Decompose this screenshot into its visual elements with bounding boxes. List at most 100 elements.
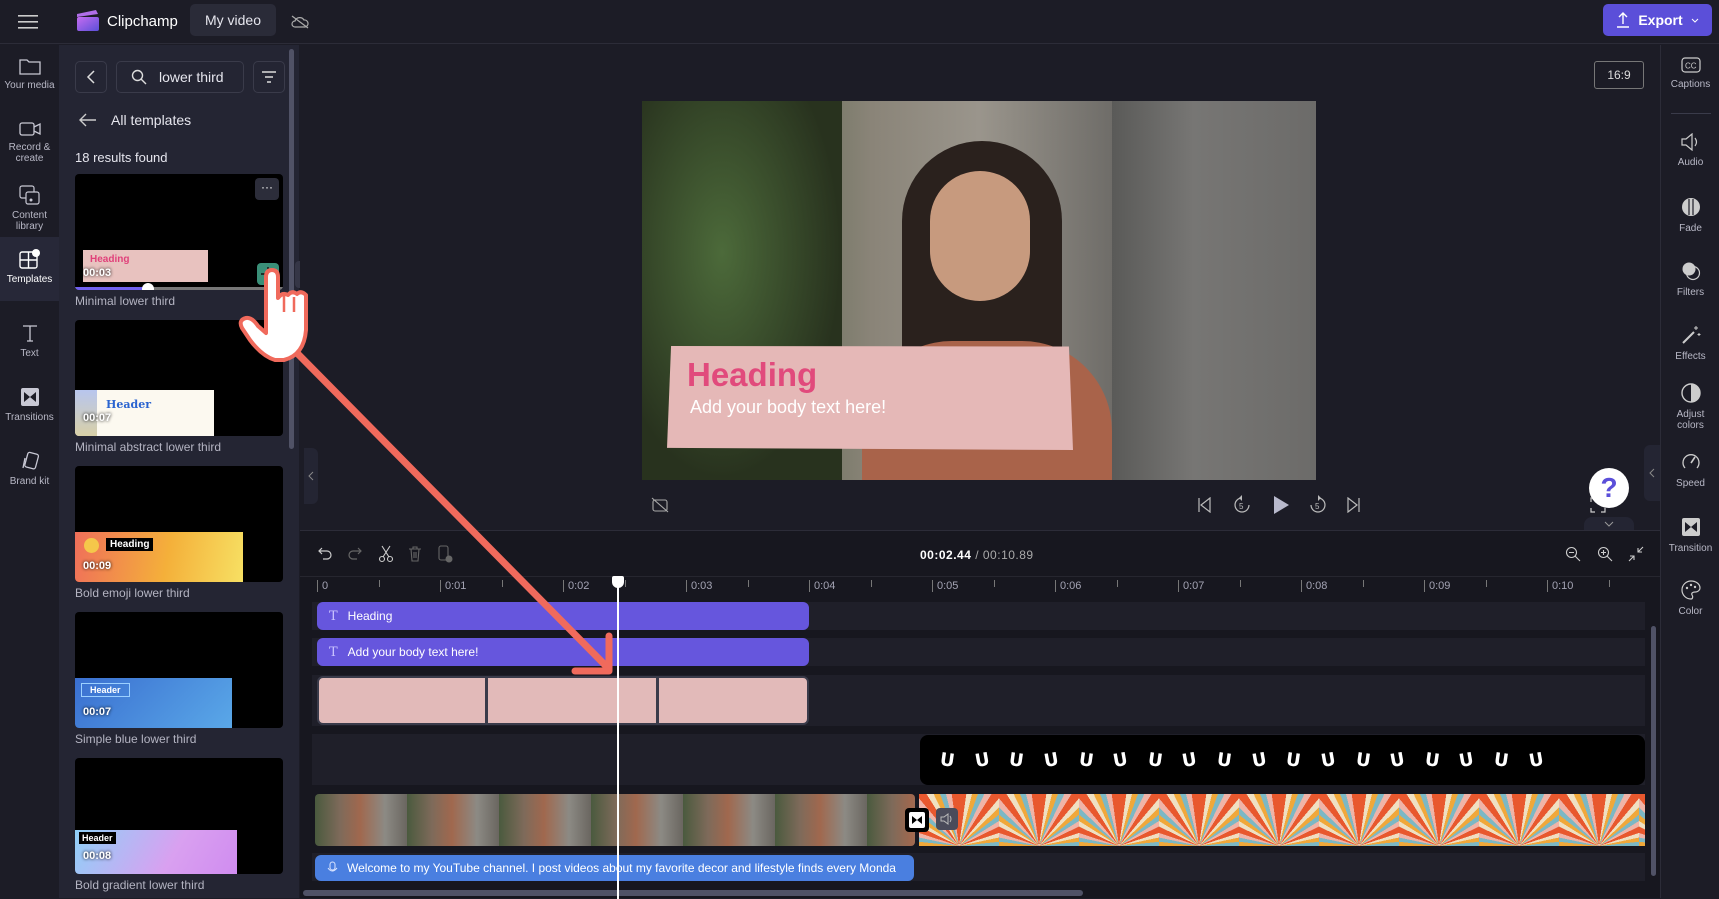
- rail-item-speed[interactable]: Speed: [1661, 452, 1719, 489]
- preview-progress-track[interactable]: [75, 287, 283, 290]
- rail-item-filters[interactable]: Filters: [1661, 261, 1719, 298]
- template-card[interactable]: Header 00:07: [75, 612, 283, 728]
- rail-item-brand-kit[interactable]: Brand kit: [0, 439, 59, 499]
- sticker-frame-icon: U: [1354, 748, 1372, 772]
- all-templates-link[interactable]: All templates: [79, 112, 191, 128]
- split-button[interactable]: [375, 543, 397, 565]
- panel-scrollbar[interactable]: [289, 49, 294, 449]
- rewind-5s-button[interactable]: 5: [1230, 493, 1254, 517]
- clip-label: Heading: [347, 609, 393, 623]
- sticker-clip[interactable]: UUUUUUUUUUUUUUUUUU: [920, 735, 1645, 785]
- sticker-frame-icon: U: [1007, 748, 1026, 772]
- cloud-sync-status[interactable]: [288, 10, 312, 34]
- rail-item-record-create[interactable]: Record & create: [0, 109, 59, 169]
- rail-item-your-media[interactable]: Your media: [0, 45, 59, 105]
- skip-forward-icon: [1347, 497, 1360, 513]
- video-clip-presenter[interactable]: [315, 794, 915, 846]
- heading-text-clip[interactable]: T Heading: [317, 602, 809, 630]
- zoom-out-button[interactable]: [1562, 543, 1584, 565]
- collapse-left-panel-button[interactable]: [304, 448, 318, 504]
- captions-icon: CC: [1680, 57, 1701, 73]
- skip-to-start-button[interactable]: [1194, 495, 1214, 515]
- ruler-tick-label: 0:10: [1547, 580, 1573, 592]
- play-button[interactable]: [1268, 492, 1294, 518]
- template-card[interactable]: Heading 00:09: [75, 466, 283, 582]
- shape-overlay-clip[interactable]: [317, 676, 809, 725]
- playhead-handle[interactable]: [612, 576, 625, 588]
- ruler-divider: [300, 576, 1660, 577]
- add-to-timeline-button[interactable]: [434, 543, 456, 565]
- lower-third-overlay[interactable]: Heading Add your body text here!: [667, 346, 1073, 450]
- rail-item-adjust-colors[interactable]: Adjust colors: [1661, 383, 1719, 431]
- overlay-body: Add your body text here!: [690, 397, 887, 417]
- results-count: 18 results found: [75, 150, 168, 165]
- preview-progress-knob[interactable]: [141, 283, 154, 290]
- playhead[interactable]: [612, 576, 625, 899]
- project-title[interactable]: My video: [190, 4, 276, 36]
- fit-timeline-button[interactable]: [1625, 543, 1647, 565]
- rail-item-content-library[interactable]: Content library: [0, 173, 59, 233]
- search-input[interactable]: lower third: [116, 61, 244, 93]
- overlay-heading: Heading: [687, 356, 818, 393]
- filter-button[interactable]: [253, 61, 285, 93]
- video-clip-background[interactable]: [919, 794, 1645, 846]
- rail-label: Adjust colors: [1676, 409, 1705, 431]
- text-icon: T: [329, 644, 338, 660]
- help-button[interactable]: ?: [1589, 468, 1629, 508]
- back-button[interactable]: [75, 61, 107, 93]
- chevron-down-icon: [1604, 521, 1614, 527]
- ruler-tick-label: 0:03: [686, 580, 712, 592]
- delete-button[interactable]: [404, 543, 426, 565]
- play-icon: [1274, 496, 1289, 514]
- redo-button[interactable]: [344, 543, 366, 565]
- rail-label: Color: [1678, 606, 1703, 617]
- rail-item-color[interactable]: Color: [1661, 580, 1719, 617]
- rail-item-audio[interactable]: Audio: [1661, 133, 1719, 168]
- duplicate-icon: [438, 545, 453, 563]
- collapse-help-button[interactable]: [1584, 517, 1634, 530]
- timeline-vertical-scrollbar[interactable]: [1651, 626, 1656, 876]
- aspect-ratio-button[interactable]: 16:9: [1594, 61, 1644, 89]
- time-ruler[interactable]: 0 0:01 0:02 0:03 0:04 0:05 0:06 0:07 0:08 0:09 0:1…: [300, 578, 1645, 598]
- preview-heading: Header: [106, 398, 152, 411]
- template-card[interactable]: Header 00:07: [75, 320, 283, 436]
- rail-label: Effects: [1675, 351, 1706, 362]
- rail-item-fade[interactable]: Fade: [1661, 197, 1719, 234]
- effects-icon: [1681, 326, 1700, 344]
- body-text-clip[interactable]: T Add your body text here!: [317, 638, 809, 666]
- subject-face: [930, 171, 1030, 301]
- collapse-right-panel-button[interactable]: [1644, 445, 1660, 501]
- sticker-frame-icon: U: [1284, 748, 1303, 772]
- voiceover-audio-clip[interactable]: Welcome to my YouTube channel. I post vi…: [315, 855, 914, 881]
- undo-button[interactable]: [314, 543, 336, 565]
- template-name: Bold gradient lower third: [75, 878, 205, 892]
- export-button[interactable]: Export: [1603, 4, 1712, 36]
- mute-button[interactable]: [936, 808, 958, 830]
- rail-item-captions[interactable]: CC Captions: [1661, 57, 1719, 90]
- zoom-in-button[interactable]: [1594, 543, 1616, 565]
- template-preview-box: Heading: [75, 532, 243, 582]
- timeline-horizontal-scrollbar[interactable]: [303, 890, 1083, 896]
- rail-item-text[interactable]: Text: [0, 311, 59, 371]
- content-library-icon: [18, 185, 40, 205]
- rail-item-transition[interactable]: Transition: [1661, 517, 1719, 554]
- ruler-tick-label: 0:02: [563, 580, 589, 592]
- template-name: Simple blue lower third: [75, 732, 197, 746]
- rail-item-transitions[interactable]: Transitions: [0, 375, 59, 435]
- video-preview[interactable]: Heading Add your body text here!: [642, 101, 1316, 480]
- template-card[interactable]: Heading 00:03 ···: [75, 174, 283, 290]
- forward-5s-button[interactable]: 5: [1306, 493, 1330, 517]
- rail-item-templates[interactable]: Templates: [0, 237, 59, 301]
- rail-item-effects[interactable]: Effects: [1661, 325, 1719, 362]
- add-template-button[interactable]: [257, 263, 279, 285]
- clipchamp-logo: [76, 9, 100, 33]
- skip-to-end-button[interactable]: [1344, 495, 1364, 515]
- transition-button[interactable]: [905, 808, 929, 832]
- more-options-button[interactable]: ···: [255, 178, 279, 200]
- template-card[interactable]: Header 00:08: [75, 758, 283, 874]
- preview-heading: Heading: [106, 538, 154, 551]
- color-palette-icon: [1680, 580, 1701, 600]
- hamburger-menu-button[interactable]: [16, 10, 40, 34]
- rail-label: Speed: [1676, 478, 1705, 489]
- captions-toggle-button[interactable]: [650, 495, 670, 515]
